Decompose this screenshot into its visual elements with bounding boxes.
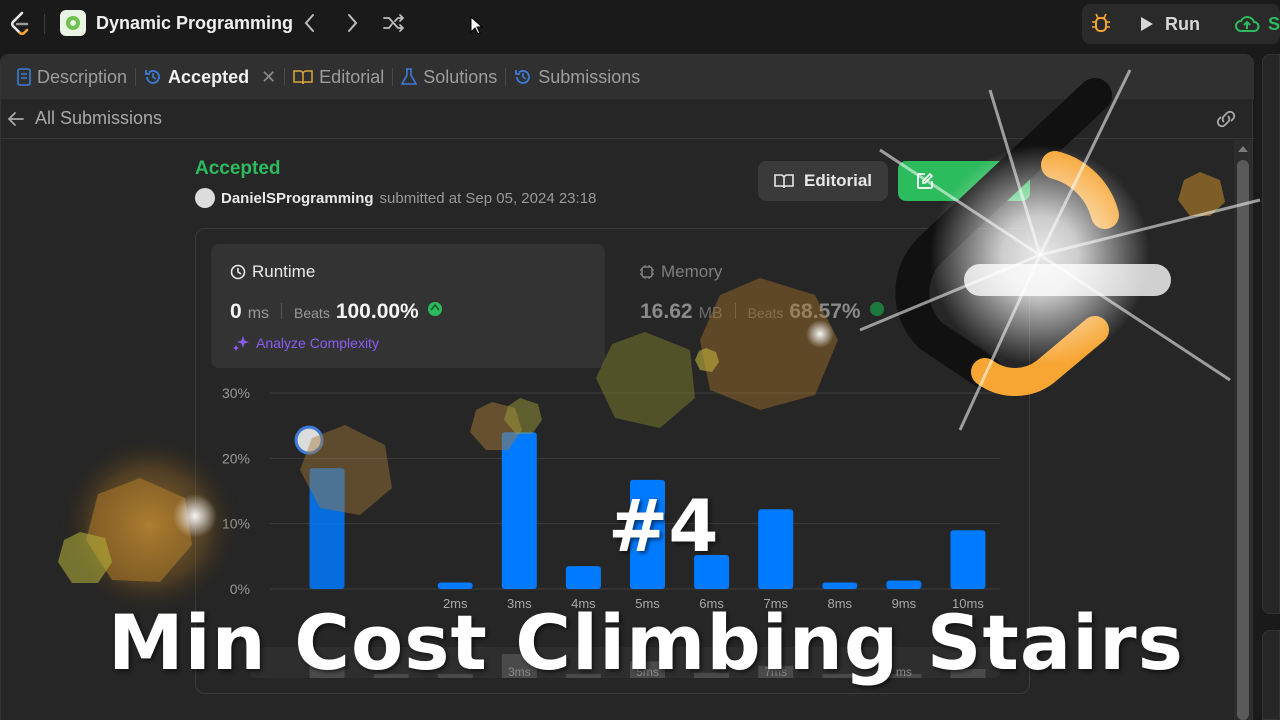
tab-submissions[interactable]: Submissions xyxy=(506,55,648,99)
all-submissions-link[interactable]: All Submissions xyxy=(1,99,1254,139)
divider xyxy=(734,303,736,319)
submitted-time: submitted at Sep 05, 2024 23:18 xyxy=(379,189,597,207)
close-icon[interactable]: ✕ xyxy=(261,67,276,88)
study-plan-icon xyxy=(60,10,86,36)
clap-icon xyxy=(427,302,442,316)
link-icon[interactable] xyxy=(1214,109,1238,129)
divider xyxy=(281,303,283,319)
editorial-button[interactable]: Editorial xyxy=(758,161,888,201)
problem-list-button[interactable]: Dynamic Programming xyxy=(60,10,293,36)
memory-unit: MB xyxy=(698,305,723,322)
debug-icon[interactable] xyxy=(1088,12,1114,36)
solution-button[interactable] xyxy=(898,161,1030,201)
runtime-beats-value: 100.00% xyxy=(335,300,419,323)
arrow-left-icon xyxy=(7,111,24,126)
avatar[interactable] xyxy=(195,188,215,208)
tab-label: Submissions xyxy=(538,66,641,87)
tab-label: Description xyxy=(37,66,128,87)
y-tick-label: 30% xyxy=(222,385,250,401)
all-submissions-label: All Submissions xyxy=(35,108,163,128)
next-problem-icon[interactable] xyxy=(342,12,362,40)
chart-bar xyxy=(501,432,537,589)
flask-icon xyxy=(401,68,418,85)
episode-number: #4 xyxy=(608,484,719,568)
play-icon xyxy=(1141,17,1153,31)
mouse-cursor-icon xyxy=(470,16,484,35)
run-button[interactable]: Run xyxy=(1125,4,1217,44)
y-tick-label: 20% xyxy=(222,450,250,466)
runtime-value: 0 xyxy=(230,300,242,323)
chart-bar xyxy=(437,582,473,589)
scroll-up-icon[interactable] xyxy=(1237,144,1249,154)
top-navbar: Dynamic Programming Run S xyxy=(0,0,1280,48)
memory-beats-value: 68.57% xyxy=(789,300,861,323)
cloud-upload-icon xyxy=(1235,16,1260,32)
runtime-label: Runtime xyxy=(252,262,316,281)
submission-meta: DanielSProgramming submitted at Sep 05, … xyxy=(195,188,596,208)
analyze-complexity-link[interactable]: Analyze Complexity xyxy=(232,334,379,352)
runtime-unit: ms xyxy=(247,305,270,322)
leetcode-logo-icon[interactable] xyxy=(6,10,34,38)
tab-label: Solutions xyxy=(423,66,498,87)
chart-bar xyxy=(565,566,601,589)
book-icon xyxy=(774,174,794,189)
chart-bar xyxy=(886,580,922,589)
video-title: Min Cost Climbing Stairs xyxy=(108,598,1184,687)
username[interactable]: DanielSProgramming xyxy=(221,190,374,207)
analyze-label: Analyze Complexity xyxy=(256,335,379,351)
document-icon xyxy=(17,68,31,86)
memory-values: 16.62 MB Beats 68.57% xyxy=(640,298,887,324)
shuffle-icon[interactable] xyxy=(382,12,406,40)
tab-solutions[interactable]: Solutions xyxy=(393,55,505,99)
clap-icon xyxy=(869,302,884,316)
tab-bar: Description Accepted ✕ Editorial Solutio… xyxy=(1,55,1254,99)
run-label: Run xyxy=(1165,13,1200,34)
chart-bar xyxy=(950,530,986,589)
memory-title[interactable]: Memory xyxy=(639,262,722,282)
book-icon xyxy=(293,70,313,85)
history-icon xyxy=(145,70,160,84)
beats-label: Beats xyxy=(747,305,784,321)
tab-label: Editorial xyxy=(319,66,385,87)
chart-bar xyxy=(822,582,858,589)
chip-icon xyxy=(640,265,654,279)
memory-label: Memory xyxy=(661,262,723,281)
beats-label: Beats xyxy=(294,305,330,321)
clock-icon xyxy=(230,264,246,280)
chart-bar xyxy=(758,509,794,589)
memory-value: 16.62 xyxy=(640,300,693,323)
your-submission-avatar xyxy=(294,425,324,455)
editorial-button-label: Editorial xyxy=(804,171,873,190)
runtime-values: 0 ms Beats 100.00% xyxy=(230,298,445,324)
y-tick-label: 0% xyxy=(230,581,250,597)
edit-icon xyxy=(917,172,934,189)
scroll-thumb[interactable] xyxy=(1237,160,1249,720)
submit-button[interactable]: S xyxy=(1222,4,1280,44)
problem-list-title: Dynamic Programming xyxy=(96,12,294,33)
tab-description[interactable]: Description xyxy=(9,55,135,99)
testcase-panel-edge xyxy=(1262,630,1280,720)
chart-bar xyxy=(309,468,345,589)
leetcode-window: Dynamic Programming Run S Description Ac… xyxy=(0,0,1280,720)
submission-status: Accepted xyxy=(195,158,281,179)
tab-editorial[interactable]: Editorial xyxy=(285,55,392,99)
submit-label: S xyxy=(1267,13,1280,34)
scrollbar[interactable] xyxy=(1234,140,1252,720)
runtime-title: Runtime xyxy=(230,262,315,282)
code-panel-edge xyxy=(1262,54,1280,614)
history-icon xyxy=(515,70,531,84)
tab-accepted[interactable]: Accepted ✕ xyxy=(136,55,284,99)
divider xyxy=(44,14,45,34)
sparkle-icon xyxy=(233,336,249,351)
tab-label: Accepted xyxy=(168,66,250,87)
y-tick-label: 10% xyxy=(222,516,250,532)
prev-problem-icon[interactable] xyxy=(300,12,320,40)
